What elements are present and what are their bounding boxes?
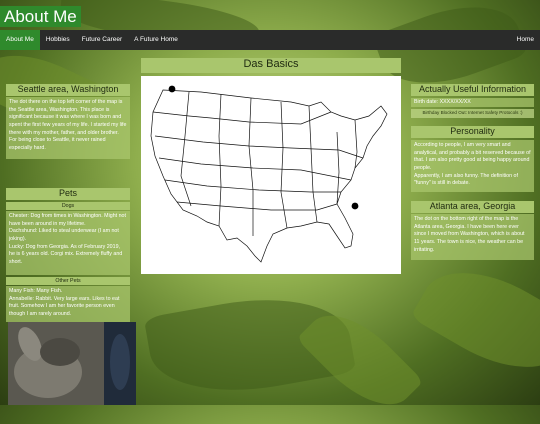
usa-map-svg bbox=[150, 85, 388, 263]
seattle-text: The dot there on the top left corner of … bbox=[6, 97, 130, 159]
useful-info-title: Actually Useful Information bbox=[411, 84, 534, 96]
other-pets-subtitle: Other Pets bbox=[6, 277, 130, 285]
nav-future-career[interactable]: Future Career bbox=[76, 30, 128, 50]
rabbit-image bbox=[8, 322, 136, 405]
atlanta-title: Atlanta area, Georgia bbox=[411, 201, 534, 213]
birthday-blocked-note: Birthday Blocked Out: Internet Safety Pr… bbox=[411, 109, 534, 118]
pets-title: Pets bbox=[6, 188, 130, 200]
personality-text: According to people, I am very smart and… bbox=[411, 140, 534, 192]
seattle-title: Seattle area, Washington bbox=[6, 84, 130, 96]
center-title: Das Basics bbox=[141, 58, 401, 73]
dogs-subtitle: Dogs bbox=[6, 202, 130, 210]
dogs-text: Chester: Dog from times in Washington. M… bbox=[6, 211, 130, 275]
location-dot-seattle bbox=[168, 85, 176, 93]
nav-future-home[interactable]: A Future Home bbox=[128, 30, 184, 50]
birth-date: Birth date: XXXX/XX/XX bbox=[411, 98, 534, 107]
other-pets-text: Many Fish: Many Fish. Annabelle: Rabbit.… bbox=[6, 286, 130, 322]
nav-about-me[interactable]: About Me bbox=[0, 30, 40, 50]
site-title: About Me bbox=[0, 6, 81, 27]
usa-map-icon bbox=[141, 76, 401, 274]
nav-bar: About Me Hobbies Future Career A Future … bbox=[0, 30, 540, 50]
rabbit-photo bbox=[8, 322, 136, 405]
nav-home[interactable]: Home bbox=[511, 30, 540, 50]
nav-hobbies[interactable]: Hobbies bbox=[40, 30, 76, 50]
atlanta-text: The dot on the bottom right of the map i… bbox=[411, 214, 534, 260]
location-dot-atlanta bbox=[351, 202, 359, 210]
personality-title: Personality bbox=[411, 126, 534, 138]
